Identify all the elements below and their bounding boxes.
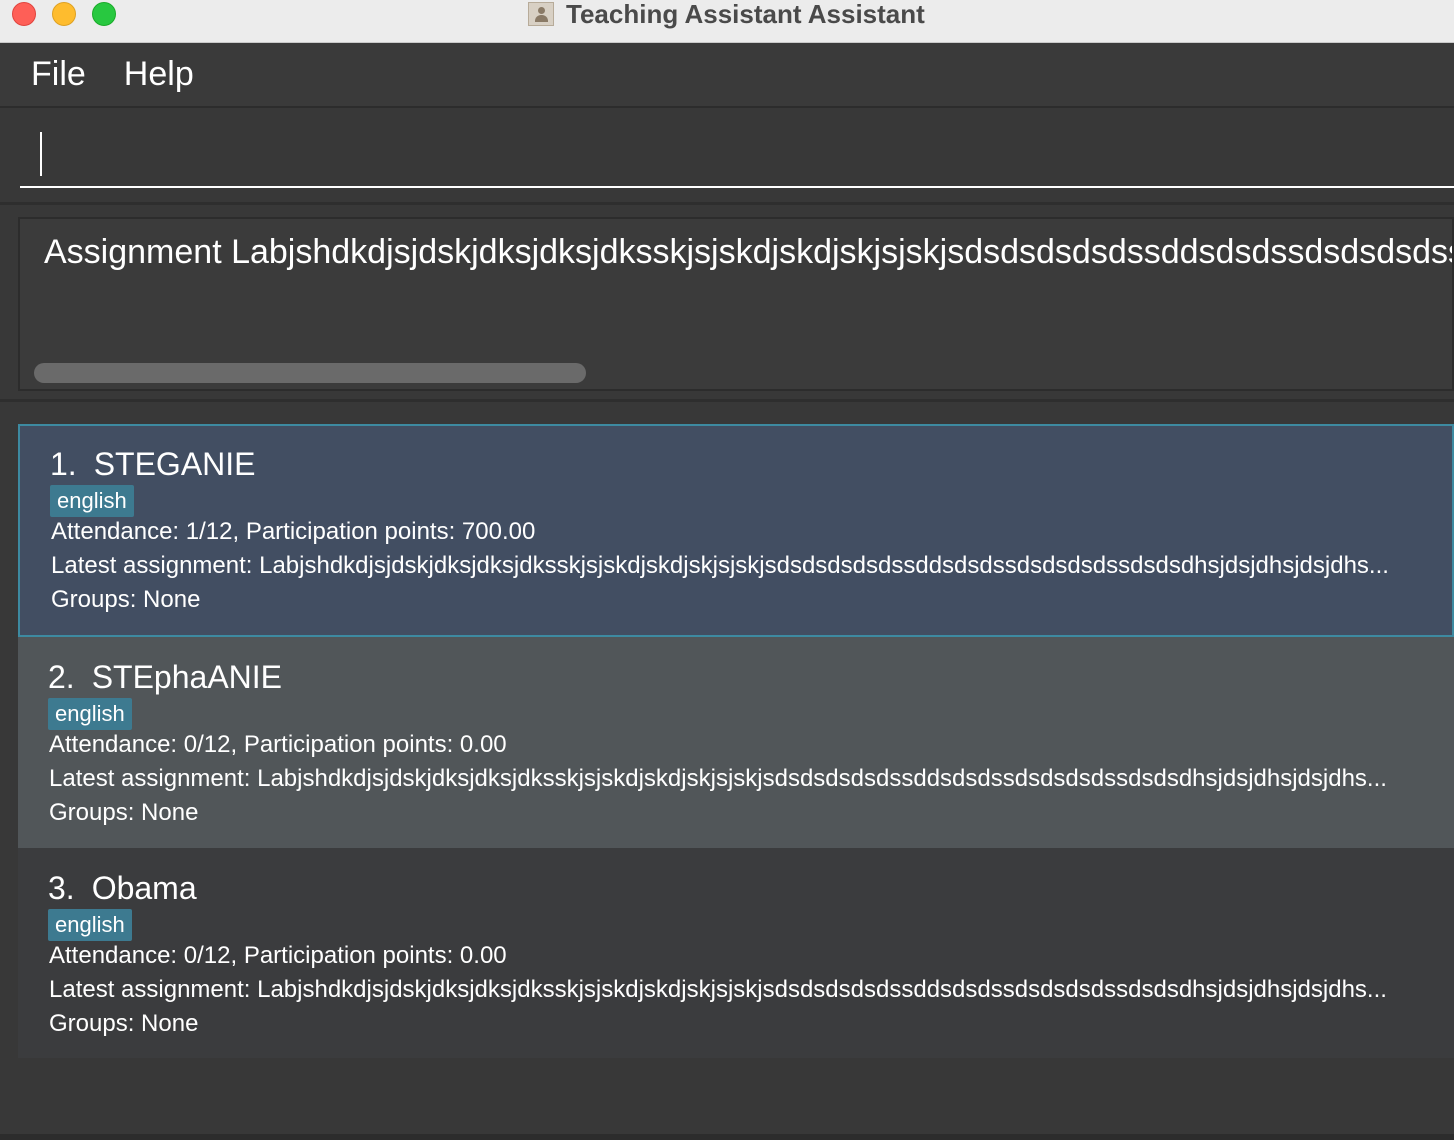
student-card[interactable]: 3. Obama english Attendance: 0/12, Partic… <box>18 848 1454 1058</box>
text-caret <box>40 132 42 176</box>
student-name-row: 3. Obama <box>48 870 197 907</box>
title-bar: Teaching Assistant Assistant <box>0 0 1454 43</box>
minimize-window-button[interactable] <box>52 2 76 26</box>
student-index: 2. <box>48 659 75 695</box>
menu-file[interactable]: File <box>31 55 86 94</box>
result-display[interactable]: Assignment Labjshdkdjsjdskjdksjdksjdkssk… <box>18 217 1454 391</box>
student-attendance: Attendance: 0/12, Participation points: … <box>49 942 507 969</box>
student-tag: english <box>48 698 132 730</box>
menu-help[interactable]: Help <box>124 55 194 94</box>
student-groups: Groups: None <box>49 799 199 826</box>
window-title: Teaching Assistant Assistant <box>566 0 925 29</box>
student-index: 3. <box>48 870 75 906</box>
student-attendance: Attendance: 1/12, Participation points: … <box>51 518 536 545</box>
student-latest-assignment: Latest assignment: Labjshdkdjsjdskjdksjd… <box>49 976 1387 1003</box>
student-name: Obama <box>91 870 197 906</box>
student-attendance: Attendance: 0/12, Participation points: … <box>49 731 507 758</box>
student-latest-assignment: Latest assignment: Labjshdkdjsjdskjdksjd… <box>49 765 1387 792</box>
student-name: STEphaANIE <box>91 659 282 695</box>
student-index: 1. <box>50 446 77 482</box>
horizontal-scrollbar[interactable] <box>34 363 586 383</box>
student-name-row: 2. STEphaANIE <box>48 659 282 696</box>
student-groups: Groups: None <box>49 1010 199 1037</box>
close-window-button[interactable] <box>12 2 36 26</box>
student-list: 1. STEGANIE english Attendance: 1/12, Par… <box>0 402 1454 1140</box>
student-card[interactable]: 1. STEGANIE english Attendance: 1/12, Par… <box>18 424 1454 637</box>
status-bar-divider <box>0 1134 1454 1140</box>
maximize-window-button[interactable] <box>92 2 116 26</box>
student-tag: english <box>48 909 132 941</box>
student-name: STEGANIE <box>93 446 256 482</box>
app-icon <box>528 2 554 26</box>
command-box-panel <box>0 108 1454 200</box>
student-name-row: 1. STEGANIE <box>50 446 256 483</box>
student-card[interactable]: 2. STEphaANIE english Attendance: 0/12, P… <box>18 637 1454 848</box>
command-input[interactable] <box>20 118 1454 188</box>
result-display-panel: Assignment Labjshdkdjsjdskjdksjdksjdkssk… <box>0 202 1454 402</box>
window-title-group: Teaching Assistant Assistant <box>528 0 925 29</box>
menu-bar: File Help <box>0 43 1454 108</box>
result-text: Assignment Labjshdkdjsjdskjdksjdksjdkssk… <box>44 233 1452 271</box>
student-latest-assignment: Latest assignment: Labjshdkdjsjdskjdksjd… <box>51 552 1389 579</box>
student-tag: english <box>50 485 134 517</box>
app-window: Teaching Assistant Assistant File Help A… <box>0 0 1454 1140</box>
student-groups: Groups: None <box>51 586 201 613</box>
